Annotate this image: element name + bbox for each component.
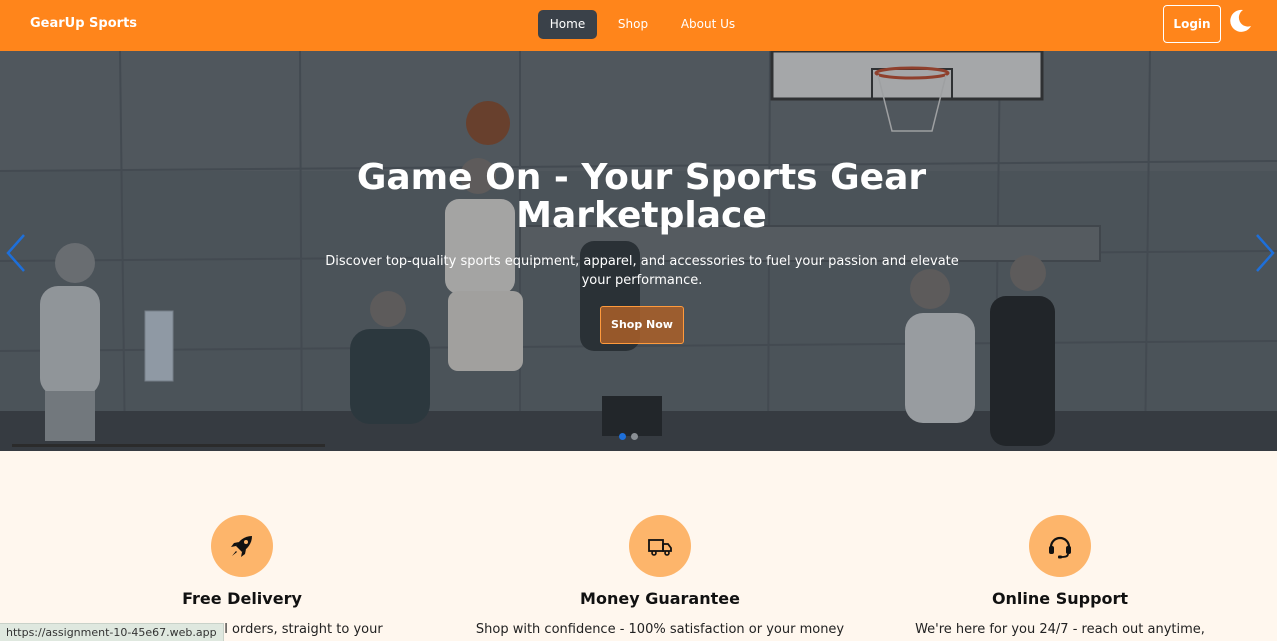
navbar: GearUp Sports Home Shop About Us Login (0, 0, 1277, 51)
feature-title: Free Delivery (182, 589, 302, 608)
rocket-icon (231, 536, 252, 557)
nav-about-us[interactable]: About Us (674, 10, 742, 39)
headset-icon (1049, 536, 1071, 559)
hero-title: Game On - Your Sports Gear Marketplace (356, 157, 927, 236)
hero-subtitle: Discover top-quality sports equipment, a… (325, 254, 959, 288)
feature-title: Money Guarantee (580, 589, 740, 608)
feature-icon-circle (1029, 515, 1091, 577)
chevron-left-icon[interactable] (4, 233, 28, 273)
hero-carousel: Game On - Your Sports Gear Marketplace D… (0, 51, 1277, 451)
feature-description: We're here for you 24/7 - reach out anyt… (915, 622, 1205, 637)
hero-overlay (0, 51, 1277, 451)
feature-icon-circle (211, 515, 273, 577)
nav-shop[interactable]: Shop (608, 10, 658, 39)
nav-home[interactable]: Home (538, 10, 597, 39)
moon-icon[interactable] (1227, 8, 1253, 34)
login-button[interactable]: Login (1163, 5, 1221, 43)
brand-logo[interactable]: GearUp Sports (30, 16, 137, 31)
carousel-dot-active[interactable] (619, 433, 626, 440)
slide-progress-bar (12, 444, 325, 447)
truck-icon (648, 539, 672, 556)
feature-icon-circle (629, 515, 691, 577)
shop-now-button[interactable]: Shop Now (600, 306, 684, 344)
chevron-right-icon[interactable] (1253, 233, 1277, 273)
feature-description: Shop with confidence - 100% satisfaction… (475, 622, 845, 637)
carousel-dot[interactable] (631, 433, 638, 440)
feature-title: Online Support (991, 589, 1129, 608)
browser-status-url: https://assignment-10-45e67.web.app (0, 623, 224, 641)
